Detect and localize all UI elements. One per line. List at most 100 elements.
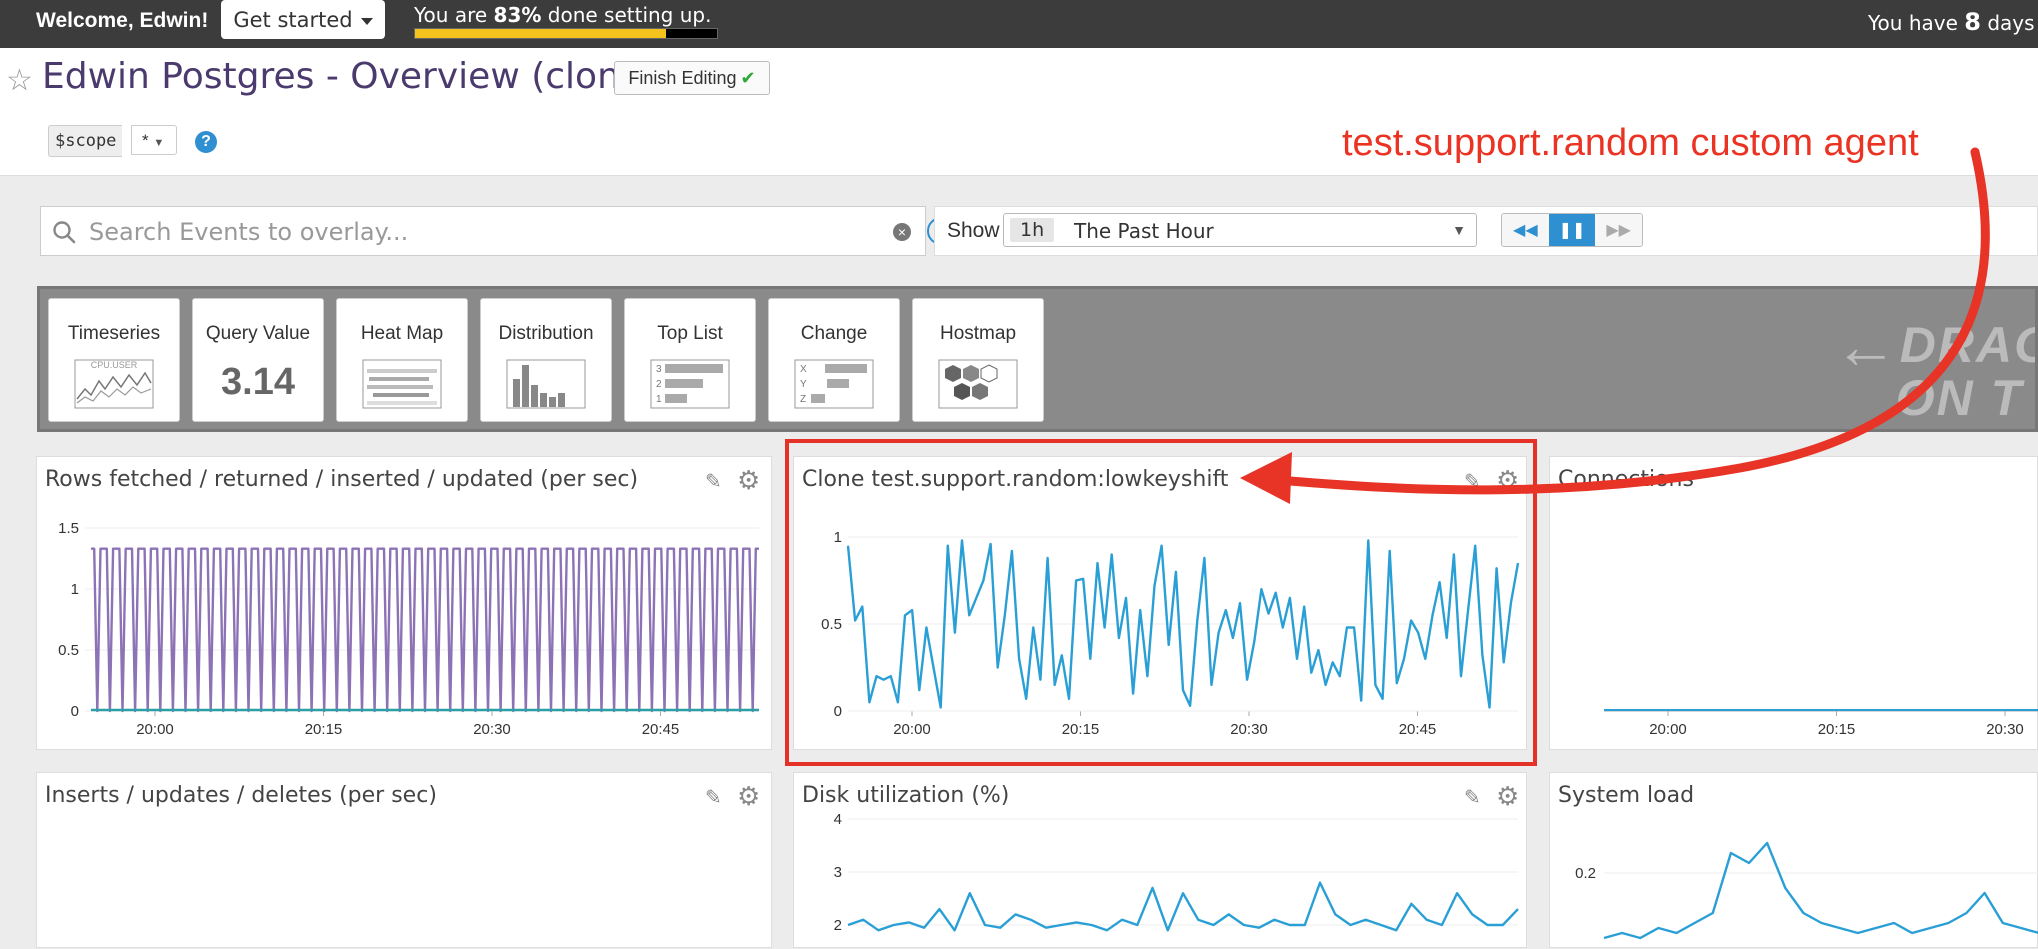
checkmark-icon: ✔ bbox=[740, 67, 756, 88]
get-started-button[interactable]: Get started bbox=[221, 0, 385, 39]
graph-connections: Connections 20:00 20:15 20:30 bbox=[1549, 456, 2038, 750]
heat-map-icon bbox=[362, 359, 442, 409]
x-tick-label: 20:15 bbox=[305, 721, 343, 738]
hostmap-icon bbox=[938, 359, 1018, 409]
y-tick-label: 0.2 bbox=[1575, 865, 1596, 882]
x-tick-label: 20:15 bbox=[1062, 721, 1100, 738]
search-events-input[interactable] bbox=[87, 215, 871, 249]
drag-hint-line1: DRAG bbox=[1899, 317, 2035, 373]
graph-disk-utilization: Disk utilization (%) ✎ ⚙ 234 bbox=[793, 772, 1527, 948]
scope-variable-label: $scope bbox=[48, 125, 123, 157]
widget-distribution[interactable]: Distribution bbox=[480, 298, 612, 422]
star-icon[interactable]: ☆ bbox=[6, 63, 33, 98]
graph-rows-fetched: Rows fetched / returned / inserted / upd… bbox=[36, 456, 772, 750]
widget-timeseries[interactable]: Timeseries CPU.USER bbox=[48, 298, 180, 422]
help-icon[interactable]: ? bbox=[195, 131, 217, 153]
scope-value: * bbox=[142, 131, 149, 150]
timeframe-badge: 1h bbox=[1010, 218, 1055, 242]
widget-hostmap[interactable]: Hostmap bbox=[912, 298, 1044, 422]
get-started-label: Get started bbox=[233, 7, 353, 32]
x-tick-label: 20:00 bbox=[136, 721, 174, 738]
setup-progress-fill bbox=[415, 29, 666, 38]
playback-controls: ◀◀ ❚❚ ▶▶ bbox=[1501, 213, 1643, 247]
y-tick-label: 0 bbox=[834, 703, 842, 720]
drag-hint-line2: ON T bbox=[1895, 370, 2024, 426]
search-events-box: × ↓ bbox=[40, 206, 955, 256]
top-bar: Welcome, Edwin! Get started You are 83% … bbox=[0, 0, 2038, 48]
widget-label: Change bbox=[800, 323, 868, 344]
widget-label: Query Value bbox=[205, 323, 311, 344]
rewind-icon[interactable]: ◀◀ bbox=[1502, 214, 1549, 246]
x-tick-label: 20:30 bbox=[1986, 721, 2024, 738]
distribution-icon bbox=[506, 359, 586, 409]
y-tick-label: 1 bbox=[71, 581, 79, 598]
show-label: Show bbox=[947, 219, 1000, 242]
widget-heat-map[interactable]: Heat Map bbox=[336, 298, 468, 422]
y-tick-label: 1 bbox=[834, 529, 842, 546]
clone-chart: 20:00 20:15 20:30 20:45 0 0.5 1 bbox=[821, 529, 1520, 738]
widget-label: Timeseries bbox=[67, 323, 161, 344]
clear-icon[interactable]: × bbox=[893, 223, 911, 241]
y-tick-label: 0 bbox=[71, 703, 79, 720]
pencil-icon[interactable]: ✎ bbox=[705, 785, 722, 810]
progress-prefix: You are bbox=[414, 3, 494, 27]
graph-title: Inserts / updates / deletes (per sec) bbox=[45, 783, 437, 808]
disk-chart: 2 3 4 bbox=[834, 811, 1519, 934]
pause-icon[interactable]: ❚❚ bbox=[1548, 214, 1596, 246]
x-tick-label: 20:30 bbox=[1230, 721, 1268, 738]
graph-system-load: System load 0.2 bbox=[1549, 772, 2038, 948]
timeframe-value: The Past Hour bbox=[1074, 219, 1214, 243]
top-list-icon: 3 2 1 bbox=[650, 359, 730, 409]
caret-down-icon: ▼ bbox=[1452, 222, 1466, 238]
search-icon bbox=[53, 221, 76, 244]
widget-query-value[interactable]: Query Value 3.14 bbox=[192, 298, 324, 422]
widget-change[interactable]: Change X Y Z bbox=[768, 298, 900, 422]
finish-editing-label: Finish Editing bbox=[628, 67, 737, 88]
welcome-text: Welcome, Edwin! bbox=[36, 9, 209, 32]
widget-tray: Timeseries CPU.USER Query Value 3.14 Hea… bbox=[37, 286, 2038, 432]
fast-forward-icon[interactable]: ▶▶ bbox=[1595, 214, 1642, 246]
timeseries-icon-text: CPU.USER bbox=[91, 360, 138, 370]
setup-progress-bar bbox=[414, 28, 718, 39]
progress-percent: 83% bbox=[493, 3, 542, 27]
timeseries-icon: CPU.USER bbox=[74, 359, 154, 409]
x-tick-label: 20:45 bbox=[1399, 721, 1437, 738]
widget-label: Hostmap bbox=[939, 323, 1017, 344]
setup-progress-text: You are 83% done setting up. bbox=[414, 3, 711, 27]
rows-series bbox=[91, 547, 759, 713]
timeframe-select[interactable]: 1h The Past Hour ▼ bbox=[1003, 213, 1477, 247]
widget-top-list[interactable]: Top List 3 2 1 bbox=[624, 298, 756, 422]
query-value-icon: 3.14 bbox=[221, 361, 295, 403]
change-row-label: X bbox=[800, 364, 807, 375]
gear-icon[interactable]: ⚙ bbox=[737, 781, 760, 812]
x-tick-label: 20:00 bbox=[893, 721, 931, 738]
widget-label: Heat Map bbox=[360, 323, 444, 344]
finish-editing-button[interactable]: Finish Editing ✔ bbox=[614, 61, 770, 95]
y-tick-label: 0.5 bbox=[58, 642, 79, 659]
trial-days: 8 bbox=[1964, 8, 1981, 36]
caret-down-icon: ▼ bbox=[153, 137, 165, 149]
change-row-label: Y bbox=[800, 379, 807, 390]
x-tick-label: 20:00 bbox=[1649, 721, 1687, 738]
load-series bbox=[1603, 841, 2038, 940]
timeframe-bar: Show 1h The Past Hour ▼ ◀◀ ❚❚ ▶▶ bbox=[934, 206, 2038, 256]
y-tick-label: 0.5 bbox=[821, 616, 842, 633]
scope-select[interactable]: * ▼ bbox=[131, 125, 177, 155]
widget-label: Top List bbox=[657, 323, 723, 344]
trial-prefix: You have bbox=[1868, 11, 1965, 35]
trial-suffix: days l bbox=[1987, 11, 2038, 35]
x-tick-label: 20:30 bbox=[473, 721, 511, 738]
change-row-label: Z bbox=[800, 394, 806, 405]
rows-chart: 20:00 20:15 20:30 20:45 0 0.5 1 1.5 bbox=[58, 520, 759, 738]
graph-inserts: Inserts / updates / deletes (per sec) ✎ … bbox=[36, 772, 772, 948]
top-list-row-label: 1 bbox=[656, 394, 662, 405]
drag-hint: ←DRAG ON T bbox=[1834, 314, 2035, 426]
y-tick-label: 1.5 bbox=[58, 520, 79, 537]
caret-down-icon bbox=[360, 17, 373, 25]
page-title[interactable]: Edwin Postgres - Overview (cloned) bbox=[42, 56, 679, 97]
change-icon: X Y Z bbox=[794, 359, 874, 409]
graph-clone-random: Clone test.support.random:lowkeyshift ✎ … bbox=[793, 456, 1527, 750]
annotation-text: test.support.random custom agent bbox=[1342, 122, 1919, 164]
x-tick-label: 20:15 bbox=[1818, 721, 1856, 738]
y-tick-label: 4 bbox=[834, 811, 842, 828]
